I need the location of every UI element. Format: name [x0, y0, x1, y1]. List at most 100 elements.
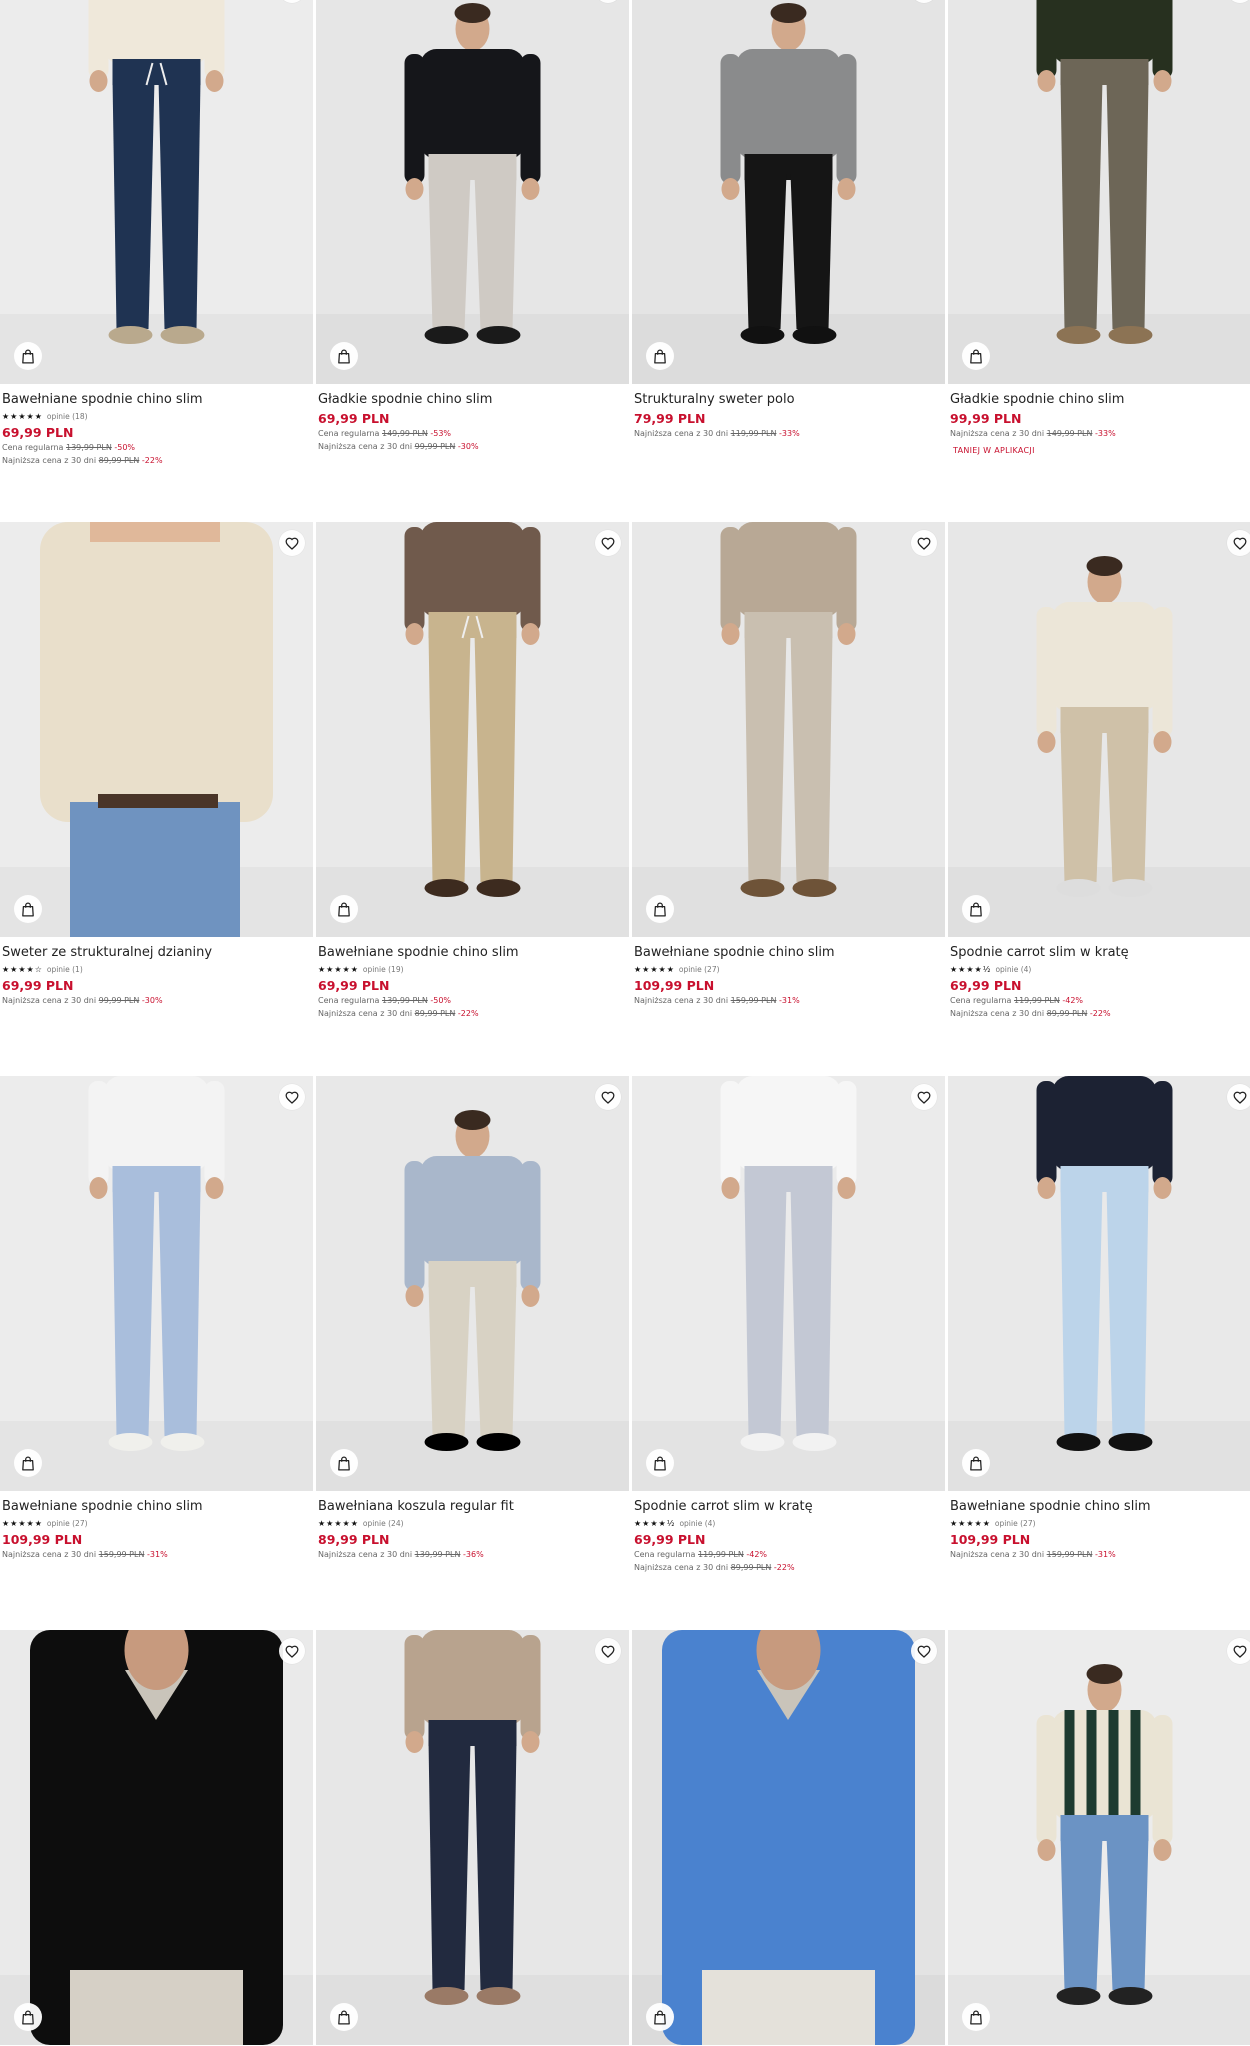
- product-rating: ★★★★★ opinie (27): [950, 1517, 1250, 1529]
- add-to-bag-icon[interactable]: [330, 895, 358, 923]
- add-to-bag-icon[interactable]: [330, 342, 358, 370]
- add-to-bag-icon[interactable]: [646, 2003, 674, 2031]
- product-image[interactable]: [632, 0, 945, 384]
- lowest-price-old: 119,99 PLN: [730, 429, 777, 438]
- product-info: Bawełniane spodnie chino slim ★★★★★ opin…: [950, 1499, 1250, 1561]
- rating-stars-icon: ★★★★★: [634, 964, 675, 974]
- wishlist-heart-icon[interactable]: [279, 530, 305, 556]
- lowest-price-line: Najniższa cena z 30 dni 159,99 PLN -31%: [634, 994, 939, 1007]
- lowest-price-label: Najniższa cena z 30 dni: [2, 456, 97, 465]
- add-to-bag-icon[interactable]: [962, 1449, 990, 1477]
- lowest-price-discount: -31%: [1095, 1550, 1116, 1559]
- review-count[interactable]: opinie (27): [47, 1519, 88, 1528]
- product-image[interactable]: [948, 522, 1250, 937]
- add-to-bag-icon[interactable]: [14, 2003, 42, 2031]
- product-title[interactable]: Spodnie carrot slim w kratę: [634, 1499, 939, 1515]
- lowest-price-old: 89,99 PLN: [1046, 1009, 1088, 1018]
- lowest-price-line: Najniższa cena z 30 dni 89,99 PLN -22%: [318, 1007, 623, 1020]
- product-image[interactable]: [316, 0, 629, 384]
- product-image[interactable]: [948, 0, 1250, 384]
- review-count[interactable]: opinie (27): [995, 1519, 1036, 1528]
- wishlist-heart-icon[interactable]: [595, 530, 621, 556]
- product-title[interactable]: Gładkie spodnie chino slim: [318, 392, 623, 408]
- add-to-bag-icon[interactable]: [330, 1449, 358, 1477]
- regular-price-old: 119,99 PLN: [698, 1550, 744, 1559]
- add-to-bag-icon[interactable]: [646, 1449, 674, 1477]
- product-image[interactable]: [632, 1630, 945, 2045]
- wishlist-heart-icon[interactable]: [595, 1638, 621, 1664]
- wishlist-heart-icon[interactable]: [1227, 530, 1250, 556]
- regular-price-old: 149,99 PLN: [382, 429, 428, 438]
- product-title[interactable]: Spodnie carrot slim w kratę: [950, 945, 1250, 961]
- add-to-bag-icon[interactable]: [330, 2003, 358, 2031]
- product-title[interactable]: Strukturalny sweter polo: [634, 392, 939, 408]
- regular-price-old: 139,99 PLN: [66, 443, 112, 452]
- add-to-bag-icon[interactable]: [14, 342, 42, 370]
- add-to-bag-icon[interactable]: [14, 895, 42, 923]
- review-count[interactable]: opinie (1): [47, 965, 83, 974]
- product-image[interactable]: [0, 0, 313, 384]
- review-count[interactable]: opinie (18): [47, 412, 88, 421]
- lowest-price-label: Najniższa cena z 30 dni: [634, 996, 729, 1005]
- product-image[interactable]: [948, 1076, 1250, 1491]
- regular-price-label: Cena regularna: [2, 443, 64, 452]
- lowest-price-line: Najniższa cena z 30 dni 149,99 PLN -33%: [950, 427, 1250, 440]
- lowest-price-discount: -31%: [779, 996, 800, 1005]
- wishlist-heart-icon[interactable]: [911, 1638, 937, 1664]
- review-count[interactable]: opinie (24): [363, 1519, 404, 1528]
- add-to-bag-icon[interactable]: [962, 2003, 990, 2031]
- wishlist-heart-icon[interactable]: [911, 1084, 937, 1110]
- wishlist-heart-icon[interactable]: [911, 530, 937, 556]
- product-image[interactable]: [948, 1630, 1250, 2045]
- lowest-price-old: 149,99 PLN: [1046, 429, 1093, 438]
- add-to-bag-icon[interactable]: [646, 342, 674, 370]
- regular-price-old: 139,99 PLN: [382, 996, 428, 1005]
- regular-price-label: Cena regularna: [634, 1550, 696, 1559]
- lowest-price-old: 159,99 PLN: [1046, 1550, 1093, 1559]
- add-to-bag-icon[interactable]: [14, 1449, 42, 1477]
- product-image[interactable]: [0, 522, 313, 937]
- lowest-price-old: 99,99 PLN: [414, 442, 456, 451]
- product-price: 109,99 PLN: [950, 1532, 1031, 1547]
- product-title[interactable]: Gładkie spodnie chino slim: [950, 392, 1250, 408]
- product-rating: ★★★★☆ opinie (1): [2, 963, 307, 975]
- product-title[interactable]: Bawełniane spodnie chino slim: [634, 945, 939, 961]
- review-count[interactable]: opinie (19): [363, 965, 404, 974]
- product-info: Bawełniane spodnie chino slim ★★★★★ opin…: [2, 392, 307, 467]
- add-to-bag-icon[interactable]: [646, 895, 674, 923]
- product-image[interactable]: [632, 1076, 945, 1491]
- product-image[interactable]: [316, 1076, 629, 1491]
- wishlist-heart-icon[interactable]: [279, 1084, 305, 1110]
- product-info: Bawełniane spodnie chino slim ★★★★★ opin…: [2, 1499, 307, 1561]
- add-to-bag-icon[interactable]: [962, 895, 990, 923]
- wishlist-heart-icon[interactable]: [595, 1084, 621, 1110]
- lowest-price-line: Najniższa cena z 30 dni 99,99 PLN -30%: [2, 994, 307, 1007]
- lowest-price-discount: -30%: [457, 442, 479, 451]
- product-image[interactable]: [0, 1076, 313, 1491]
- product-title[interactable]: Bawełniane spodnie chino slim: [2, 392, 307, 408]
- regular-price-discount: -42%: [1062, 996, 1084, 1005]
- product-info: Spodnie carrot slim w kratę ★★★★½ opinie…: [634, 1499, 939, 1574]
- lowest-price-discount: -31%: [147, 1550, 168, 1559]
- product-title[interactable]: Bawełniana koszula regular fit: [318, 1499, 623, 1515]
- product-rating: ★★★★★ opinie (18): [2, 410, 307, 422]
- product-title[interactable]: Bawełniane spodnie chino slim: [950, 1499, 1250, 1515]
- product-title[interactable]: Bawełniane spodnie chino slim: [318, 945, 623, 961]
- add-to-bag-icon[interactable]: [962, 342, 990, 370]
- product-title[interactable]: Bawełniane spodnie chino slim: [2, 1499, 307, 1515]
- product-image[interactable]: [632, 522, 945, 937]
- wishlist-heart-icon[interactable]: [1227, 1084, 1250, 1110]
- product-image[interactable]: [0, 1630, 313, 2045]
- lowest-price-discount: -22%: [1089, 1009, 1111, 1018]
- product-image[interactable]: [316, 522, 629, 937]
- review-count[interactable]: opinie (4): [995, 965, 1031, 974]
- review-count[interactable]: opinie (27): [679, 965, 720, 974]
- wishlist-heart-icon[interactable]: [1227, 1638, 1250, 1664]
- product-price: 99,99 PLN: [950, 411, 1022, 426]
- wishlist-heart-icon[interactable]: [279, 1638, 305, 1664]
- lowest-price-label: Najniższa cena z 30 dni: [2, 996, 97, 1005]
- review-count[interactable]: opinie (4): [679, 1519, 715, 1528]
- product-image[interactable]: [316, 1630, 629, 2045]
- product-title[interactable]: Sweter ze strukturalnej dzianiny: [2, 945, 307, 961]
- lowest-price-old: 139,99 PLN: [414, 1550, 461, 1559]
